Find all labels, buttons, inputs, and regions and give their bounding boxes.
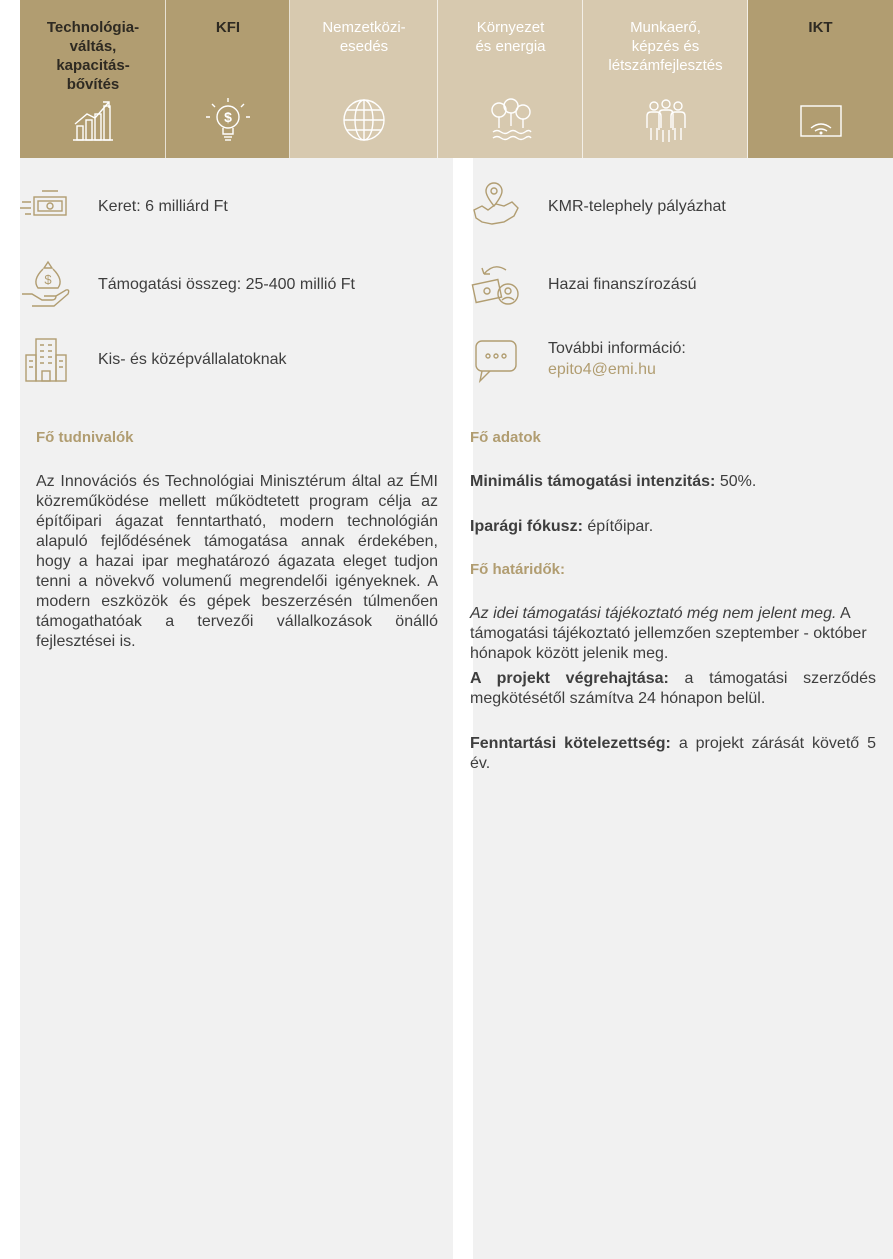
sustainability-label: Fenntartási kötelezettség: — [470, 735, 671, 752]
project-execution-label: A projekt végrehajtása: — [470, 670, 669, 687]
deadlines-heading: Fő határidők: — [470, 561, 566, 578]
right-heading: Fő adatok — [470, 429, 541, 446]
industry-focus-value: építőipar. — [582, 518, 654, 535]
tab-label: Nemzetközi- esedés — [322, 19, 406, 55]
funding-text: Hazai finanszírozású — [548, 275, 697, 293]
map-pin-icon — [470, 180, 522, 232]
location-text: KMR-telephely pályázhat — [548, 197, 726, 215]
tab-label: IKT — [808, 19, 833, 36]
left-heading: Fő tudnivalók — [36, 429, 134, 446]
chart-growth-icon — [69, 96, 117, 144]
tab-nemzetkoziesedes[interactable]: Nemzetközi- esedés — [290, 0, 438, 158]
info-location: KMR-telephely pályázhat — [470, 176, 726, 236]
tab-kfi[interactable]: KFI $ — [166, 0, 290, 158]
tab-kornyezet[interactable]: Környezet és energia — [438, 0, 583, 158]
tab-label: Technológia- váltás, kapacitás- bővítés — [46, 19, 140, 93]
lightbulb-money-icon: $ — [204, 96, 252, 144]
min-intensity-label: Minimális támogatási intenzitás: — [470, 473, 716, 490]
more-info-label: További információ: — [548, 340, 686, 357]
info-funding: Hazai finanszírozású — [470, 254, 697, 314]
wifi-screen-icon — [797, 96, 845, 144]
info-more: További információ: epito4@emi.hu — [470, 329, 686, 389]
deadlines-text: Az idei támogatási tájékoztató még nem j… — [470, 604, 876, 664]
category-tabs: Technológia- váltás, kapacitás- bővítés … — [20, 0, 893, 158]
more-info: További információ: epito4@emi.hu — [548, 338, 686, 380]
industry-focus: Iparági fókusz: építőipar. — [470, 517, 876, 537]
tab-label: Munkaerő, képzés és létszámfejlesztés — [608, 19, 723, 74]
globe-icon — [340, 96, 388, 144]
target-text: Kis- és középvállalatoknak — [98, 350, 287, 368]
people-group-icon — [642, 96, 690, 144]
money-banknote-icon — [20, 180, 72, 232]
tab-label: Környezet és energia — [475, 19, 546, 55]
hand-money-bag-icon: $ — [20, 258, 72, 310]
tab-technologia[interactable]: Technológia- váltás, kapacitás- bővítés — [20, 0, 166, 158]
info-amount: $ Támogatási összeg: 25-400 millió Ft — [20, 254, 355, 314]
sustainability: Fenntartási kötelezettség: a projekt zár… — [470, 734, 876, 774]
svg-text:$: $ — [224, 109, 232, 125]
document-page: Technológia- váltás, kapacitás- bővítés … — [20, 0, 893, 1259]
chat-bubble-icon — [470, 333, 522, 385]
amount-text: Támogatási összeg: 25-400 millió Ft — [98, 275, 355, 293]
email-link[interactable]: epito4@emi.hu — [548, 359, 686, 380]
info-target: Kis- és középvállalatoknak — [20, 329, 287, 389]
min-intensity-value: 50%. — [715, 473, 757, 490]
tab-ikt[interactable]: IKT — [748, 0, 893, 158]
budget-text: Keret: 6 milliárd Ft — [98, 197, 228, 215]
industry-focus-label: Iparági fókusz: — [470, 518, 583, 535]
info-budget: Keret: 6 milliárd Ft — [20, 176, 228, 236]
trees-water-icon — [487, 96, 535, 144]
left-body: Az Innovációs és Technológiai Minisztéru… — [36, 473, 438, 650]
tab-label: KFI — [215, 19, 241, 36]
office-building-icon — [20, 333, 72, 385]
svg-text:$: $ — [44, 272, 52, 287]
project-execution: A projekt végrehajtása: a támogatási sze… — [470, 669, 876, 709]
deadlines-italic: Az idei támogatási tájékoztató még nem j… — [470, 605, 837, 622]
tab-munkaero[interactable]: Munkaerő, képzés és létszámfejlesztés — [583, 0, 748, 158]
min-intensity: Minimális támogatási intenzitás: 50%. — [470, 472, 876, 492]
money-exchange-icon — [470, 258, 522, 310]
